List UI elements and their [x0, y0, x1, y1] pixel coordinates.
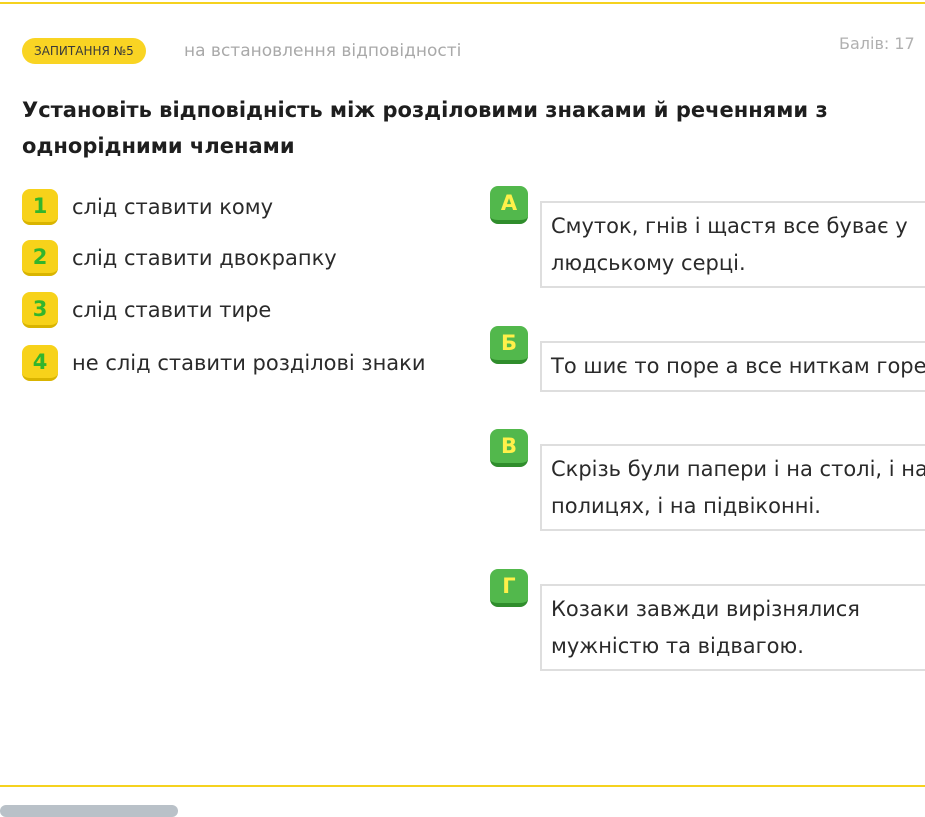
question-type-label: на встановлення відповідності	[184, 41, 462, 61]
question-number-badge: ЗАПИТАННЯ №5	[22, 38, 146, 64]
option-key-4[interactable]: 4	[22, 345, 58, 381]
answer-box-d[interactable]: Козаки завжди вирізнялися мужністю та ві…	[540, 584, 925, 671]
option-label-4: не слід ставити розділові знаки	[72, 351, 426, 375]
answer-key-a[interactable]: А	[490, 186, 528, 224]
answer-text-c: Скрізь були папери і на столі, і на поли…	[551, 456, 925, 518]
option-key-1[interactable]: 1	[22, 189, 58, 225]
answer-key-c[interactable]: В	[490, 429, 528, 467]
question-text: Установіть відповідність між розділовими…	[22, 98, 828, 158]
top-divider	[0, 2, 925, 4]
option-key-2[interactable]: 2	[22, 240, 58, 276]
left-option-4[interactable]: 4 не слід ставити розділові знаки	[22, 343, 426, 383]
option-label-3: слід ставити тире	[72, 298, 272, 322]
answer-key-d[interactable]: Г	[490, 569, 528, 607]
left-option-2[interactable]: 2 слід ставити двокрапку	[22, 238, 337, 278]
bottom-button-edge[interactable]	[0, 805, 178, 817]
score-label: Балів: 17	[839, 34, 915, 53]
option-key-3[interactable]: 3	[22, 292, 58, 328]
answer-key-b[interactable]: Б	[490, 326, 528, 364]
answer-box-c[interactable]: Скрізь були папери і на столі, і на поли…	[540, 444, 925, 531]
bottom-divider	[0, 785, 925, 787]
answer-text-a: Смуток, гнів і щастя все буває у людсько…	[551, 213, 908, 275]
left-option-3[interactable]: 3 слід ставити тире	[22, 290, 271, 330]
option-label-1: слід ставити кому	[72, 195, 274, 219]
answer-text-d: Козаки завжди вирізнялися мужністю та ві…	[551, 596, 860, 658]
answer-box-a[interactable]: Смуток, гнів і щастя все буває у людсько…	[540, 201, 925, 288]
answer-text-b: То шиє то поре а все ниткам горе.	[551, 354, 925, 378]
answer-box-b[interactable]: То шиє то поре а все ниткам горе.	[540, 341, 925, 392]
left-option-1[interactable]: 1 слід ставити кому	[22, 187, 273, 227]
option-label-2: слід ставити двокрапку	[72, 246, 337, 270]
